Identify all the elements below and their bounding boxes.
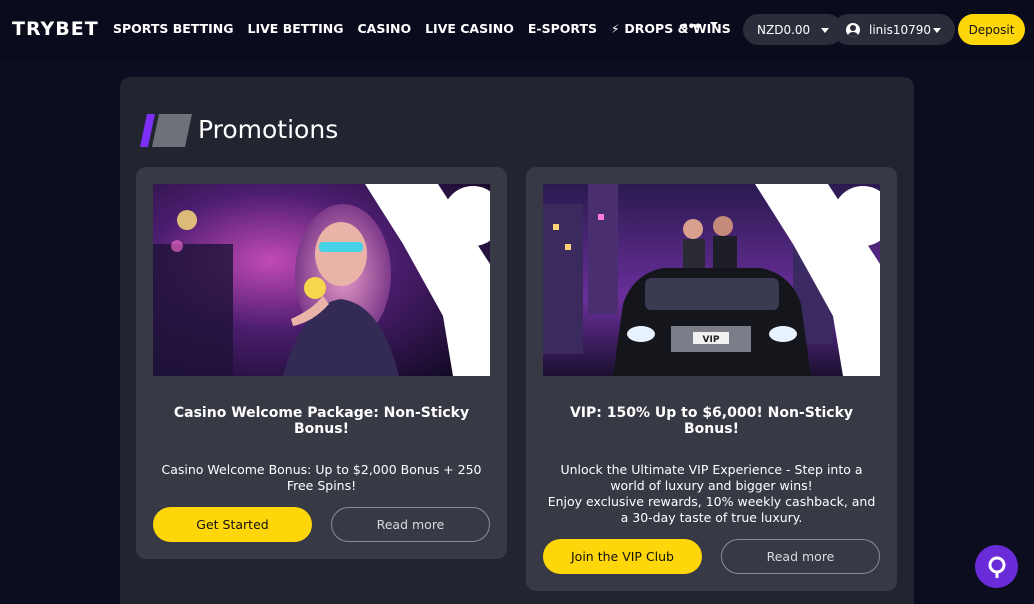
chevron-down-icon xyxy=(933,28,941,33)
username: linis10790 xyxy=(869,22,932,37)
balance-dropdown[interactable]: NZD0.00 xyxy=(743,14,843,45)
promotions-heading-icon xyxy=(140,114,192,147)
promo-title: VIP: 150% Up to $6,000! Non-Sticky Bonus… xyxy=(569,405,854,437)
promo-description: Unlock the Ultimate VIP Experience - Ste… xyxy=(543,462,880,526)
read-more-button[interactable]: Read more xyxy=(721,539,880,574)
nav-label: LIVE CASINO xyxy=(425,21,514,36)
user-avatar-icon xyxy=(846,22,860,37)
chat-icon xyxy=(988,556,1005,578)
nav-casino[interactable]: CASINO xyxy=(357,21,411,36)
promo-description-line: Unlock the Ultimate VIP Experience - Ste… xyxy=(560,462,863,493)
chevron-down-icon[interactable] xyxy=(710,22,718,27)
get-started-button[interactable]: Get Started xyxy=(153,507,312,542)
page-title: Promotions xyxy=(198,115,339,144)
support-chat-button[interactable] xyxy=(975,545,1018,588)
vip-promo-image[interactable]: VIP xyxy=(543,184,880,376)
user-menu[interactable]: linis10790 xyxy=(833,14,955,45)
nav-live-betting[interactable]: LIVE BETTING xyxy=(248,21,344,36)
casino-promo-image[interactable] xyxy=(153,184,490,376)
deposit-button[interactable]: Deposit xyxy=(958,14,1025,45)
nav-label: CASINO xyxy=(357,21,412,36)
chevron-down-icon xyxy=(821,28,829,33)
read-more-button[interactable]: Read more xyxy=(331,507,490,542)
promo-title: Casino Welcome Package: Non-Sticky Bonus… xyxy=(173,405,470,437)
lightning-icon: ⚡ xyxy=(610,21,620,36)
promo-card-vip: VIP VIP: 150% Up to $6,000! Non-Sticky B… xyxy=(526,167,897,591)
main-nav: SPORTS BETTING LIVE BETTING CASINO LIVE … xyxy=(113,21,731,36)
more-menu-icon[interactable]: ••• xyxy=(682,18,702,36)
nav-label: SPORTS BETTING xyxy=(113,21,234,36)
top-navigation-bar: TRYBET SPORTS BETTING LIVE BETTING CASIN… xyxy=(0,0,1034,60)
nav-e-sports[interactable]: E-SPORTS xyxy=(528,21,597,36)
promo-description: Casino Welcome Bonus: Up to $2,000 Bonus… xyxy=(161,462,482,493)
svg-text:VIP: VIP xyxy=(703,335,720,345)
nav-label: E-SPORTS xyxy=(527,21,597,36)
trybet-logo[interactable]: TRYBET xyxy=(12,18,99,40)
balance-amount: NZD0.00 xyxy=(757,22,811,37)
promo-description-line: Enjoy exclusive rewards, 10% weekly cash… xyxy=(547,494,876,525)
promo-card-casino-welcome: Casino Welcome Package: Non-Sticky Bonus… xyxy=(136,167,507,559)
nav-live-casino[interactable]: LIVE CASINO xyxy=(425,21,514,36)
join-vip-club-button[interactable]: Join the VIP Club xyxy=(543,539,702,574)
nav-label: LIVE BETTING xyxy=(247,21,344,36)
nav-sports-betting[interactable]: SPORTS BETTING xyxy=(113,21,234,36)
